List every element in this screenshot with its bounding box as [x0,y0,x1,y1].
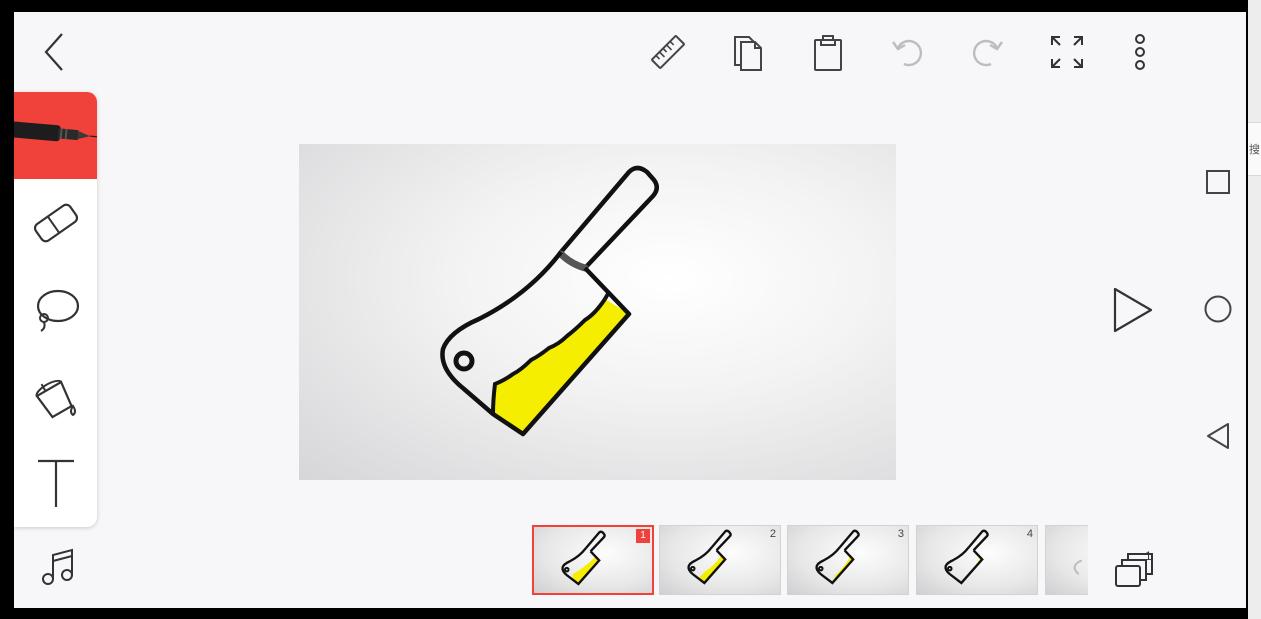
copy-icon [734,36,762,71]
fullscreen-button[interactable] [1045,32,1089,72]
undo-button[interactable] [886,32,930,72]
frame-number: 3 [897,528,904,540]
layers-count: 1 [1145,549,1152,563]
lasso-tool[interactable] [14,266,97,353]
paste-icon [814,35,842,71]
back-arrow-icon [44,33,63,71]
frame-preview [1073,559,1083,575]
fill-tool[interactable] [14,353,97,440]
frame-preview [944,529,989,585]
frame-number: 4 [1026,528,1033,540]
frame-timeline: 1 2 3 4 [532,524,1088,598]
animation-app: 1 2 3 4 1 [14,12,1246,608]
adjacent-window-glyph: 搜 [1249,143,1260,156]
system-back-button[interactable] [1200,418,1236,454]
cleaver-drawing [440,165,659,437]
ruler-button[interactable] [646,32,690,72]
circle-home-icon [1204,295,1232,323]
more-options-button[interactable] [1120,30,1160,74]
pen-tool[interactable] [14,92,97,179]
eraser-tool[interactable] [14,179,97,266]
play-button[interactable] [1106,282,1158,338]
redo-icon [972,39,1003,67]
frame-thumbnail-partial[interactable] [1045,525,1088,595]
fullscreen-icon [1051,36,1083,68]
play-icon [1113,287,1153,333]
music-note-icon [42,548,73,585]
square-recents-icon [1206,170,1230,194]
eraser-icon [33,203,78,242]
frame-thumbnail[interactable]: 2 [659,525,781,595]
triangle-back-icon [1207,423,1229,449]
text-tool[interactable] [14,440,97,527]
undo-icon [892,39,923,67]
text-icon [37,459,74,507]
paint-bucket-icon [34,379,76,419]
frame-preview [561,530,606,586]
frame-preview [687,529,732,585]
recents-button[interactable] [1200,164,1236,200]
drawing-canvas[interactable] [299,144,896,480]
frame-thumbnail[interactable]: 1 [532,525,654,595]
frame-preview [815,529,860,585]
frame-thumbnail[interactable]: 3 [787,525,909,595]
redo-button[interactable] [965,32,1009,72]
pen-icon [14,121,97,142]
frame-number: 1 [636,529,650,543]
lasso-icon [36,289,79,332]
more-vertical-icon [1135,34,1145,70]
frame-thumbnail[interactable]: 4 [916,525,1038,595]
copy-button[interactable] [727,30,771,74]
music-button[interactable] [36,545,80,589]
frame-number: 2 [769,528,776,540]
home-button[interactable] [1200,291,1236,327]
back-button[interactable] [36,30,72,74]
ruler-icon [651,35,685,69]
system-navigation-bar [1190,12,1246,608]
adjacent-window-edge: 搜 [1248,0,1261,619]
toolbox [14,92,97,527]
paste-button[interactable] [806,30,850,74]
